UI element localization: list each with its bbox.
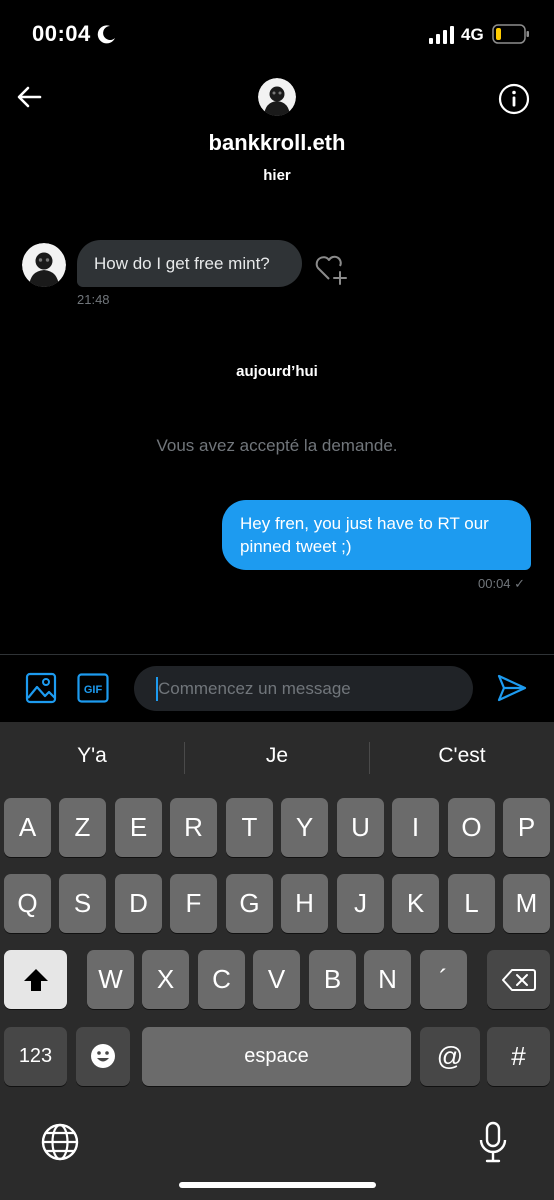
key-f[interactable]: F [170,874,217,933]
key-i[interactable]: I [392,798,439,857]
request-accepted-note: Vous avez accepté la demande. [156,436,398,455]
heart-plus-icon[interactable] [313,253,347,285]
emoji-icon [91,1044,115,1068]
at-key[interactable]: @ [420,1027,480,1086]
key-y[interactable]: Y [281,798,328,857]
keyboard: Y'a Je C'est A Z E R T Y U I O P Q S D F… [0,722,554,1200]
key-j[interactable]: J [337,874,384,933]
key-t[interactable]: T [226,798,273,857]
space-key[interactable]: espace [142,1027,411,1086]
shift-key[interactable] [4,950,67,1009]
key-c[interactable]: C [198,950,245,1009]
info-icon[interactable] [498,83,530,115]
key-p[interactable]: P [503,798,550,857]
microphone-icon[interactable] [478,1121,508,1163]
emoji-key[interactable] [76,1027,130,1086]
contact-name[interactable]: bankkroll.eth [0,130,554,156]
key-l[interactable]: L [448,874,495,933]
key-z[interactable]: Z [59,798,106,857]
message-input[interactable] [134,666,473,711]
key-r[interactable]: R [170,798,217,857]
outgoing-message-bubble[interactable]: Hey fren, you just have to RT our pinned… [222,500,531,570]
status-time: 00:04 [32,21,91,46]
key-b[interactable]: B [309,950,356,1009]
contact-avatar[interactable] [258,78,296,116]
key-e[interactable]: E [115,798,162,857]
battery-icon [492,24,529,44]
backspace-key[interactable] [487,950,550,1009]
key-q[interactable]: Q [4,874,51,933]
home-indicator[interactable] [179,1182,376,1188]
network-label: 4G [461,25,484,44]
backspace-icon [501,969,536,991]
suggestion-3[interactable]: C'est [370,744,554,768]
hash-key[interactable]: # [487,1027,550,1086]
key-k[interactable]: K [392,874,439,933]
suggestion-2[interactable]: Je [185,744,369,768]
day-separator-yesterday: hier [263,167,291,184]
back-arrow-icon[interactable] [14,82,44,112]
shift-icon [23,969,48,991]
text-caret [156,677,158,701]
key-n[interactable]: N [364,950,411,1009]
composer-divider [0,654,554,655]
suggestion-1[interactable]: Y'a [0,744,184,768]
outgoing-message-time: 00:04 ✓ [478,576,526,591]
key-w[interactable]: W [87,950,134,1009]
sender-avatar[interactable] [22,243,66,287]
svg-text:GIF: GIF [84,684,103,696]
key-d[interactable]: D [115,874,162,933]
key-m[interactable]: M [503,874,550,933]
key-u[interactable]: U [337,798,384,857]
key-x[interactable]: X [142,950,189,1009]
day-separator-today: aujourd’hui [236,363,318,380]
globe-icon[interactable] [40,1122,80,1162]
key-g[interactable]: G [226,874,273,933]
key-s[interactable]: S [59,874,106,933]
incoming-message-time: 21:48 [77,292,110,307]
numbers-key[interactable]: 123 [4,1027,67,1086]
key-a[interactable]: A [4,798,51,857]
incoming-message-bubble[interactable]: How do I get free mint? [77,240,302,287]
image-icon[interactable] [25,672,57,704]
send-icon[interactable] [496,672,528,704]
key-h[interactable]: H [281,874,328,933]
key-o[interactable]: O [448,798,495,857]
key-v[interactable]: V [253,950,300,1009]
key-acute-accent[interactable]: ´ [420,950,467,1009]
moon-icon [97,25,115,44]
status-bar: 00:04 4G [0,0,554,70]
signal-icon [429,26,454,44]
gif-icon[interactable]: GIF [77,673,109,703]
